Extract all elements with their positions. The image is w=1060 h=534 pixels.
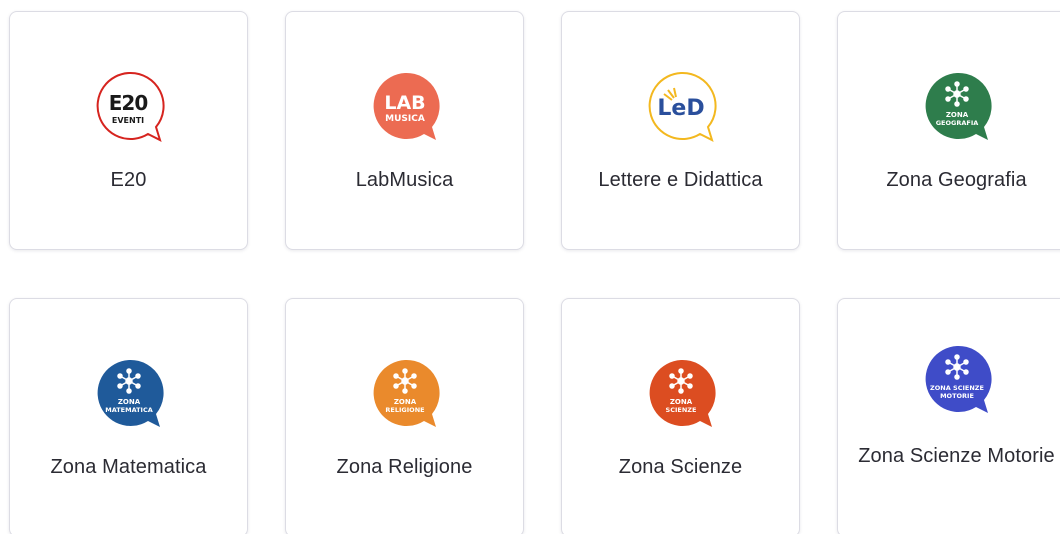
card-lettere-e-didattica[interactable]: LeD Lettere e Didattica (561, 11, 800, 250)
led-logo-text: LeD (657, 96, 704, 121)
card-title: Zona Religione (336, 456, 473, 478)
e20-eventi-logo-icon: E20 EVENTI (92, 70, 166, 144)
card-zona-matematica[interactable]: ZONA MATEMATICA Zona Matematica (9, 298, 248, 534)
labmusica-logo-line2: MUSICA (385, 114, 425, 124)
course-grid: E20 EVENTI E20 LAB MUSICA LabMusica LeD … (0, 0, 1060, 534)
zona-religione-logo-icon: ZONA RELIGIONE (368, 357, 442, 431)
card-title: LabMusica (355, 169, 454, 191)
zona-scienze-logo-icon: ZONA SCIENZE (644, 357, 718, 431)
zona-matematica-logo-line2: MATEMATICA (105, 406, 153, 414)
zona-geografia-logo-icon: ZONA GEOGRAFIA (920, 70, 994, 144)
zona-scienze-motorie-logo-line2: MOTORIE (940, 392, 974, 400)
zona-scienze-logo-line2: SCIENZE (665, 406, 696, 414)
zona-scienze-motorie-logo-icon: ZONA SCIENZE MOTORIE (920, 343, 994, 417)
zona-scienze-motorie-logo-line1: ZONA SCIENZE (930, 384, 984, 392)
card-labmusica[interactable]: LAB MUSICA LabMusica (285, 11, 524, 250)
card-title: Zona Scienze (618, 456, 743, 478)
card-zona-scienze[interactable]: ZONA SCIENZE Zona Scienze (561, 298, 800, 534)
led-logo-icon: LeD (644, 70, 718, 144)
card-zona-religione[interactable]: ZONA RELIGIONE Zona Religione (285, 298, 524, 534)
labmusica-logo-line1: LAB (384, 92, 425, 114)
zona-geografia-logo-line2: GEOGRAFIA (935, 119, 978, 127)
card-title: Lettere e Didattica (598, 169, 763, 191)
zona-scienze-logo-line1: ZONA (669, 398, 692, 406)
labmusica-logo-icon: LAB MUSICA (368, 70, 442, 144)
zona-religione-logo-line2: RELIGIONE (385, 406, 424, 414)
card-title: Zona Geografia (886, 169, 1027, 191)
card-title: Zona Scienze Motorie (858, 445, 1055, 467)
zona-matematica-logo-line1: ZONA (117, 398, 140, 406)
card-e20[interactable]: E20 EVENTI E20 (9, 11, 248, 250)
zona-religione-logo-line1: ZONA (393, 398, 416, 406)
card-title: Zona Matematica (50, 456, 207, 478)
card-title: E20 (110, 169, 147, 191)
e20-logo-line1: E20 (108, 91, 147, 115)
zona-matematica-logo-icon: ZONA MATEMATICA (92, 357, 166, 431)
zona-geografia-logo-line1: ZONA (945, 111, 968, 119)
card-zona-scienze-motorie[interactable]: ZONA SCIENZE MOTORIE Zona Scienze Motori… (837, 298, 1060, 534)
card-zona-geografia[interactable]: ZONA GEOGRAFIA Zona Geografia (837, 11, 1060, 250)
e20-logo-line2: EVENTI (111, 116, 143, 125)
